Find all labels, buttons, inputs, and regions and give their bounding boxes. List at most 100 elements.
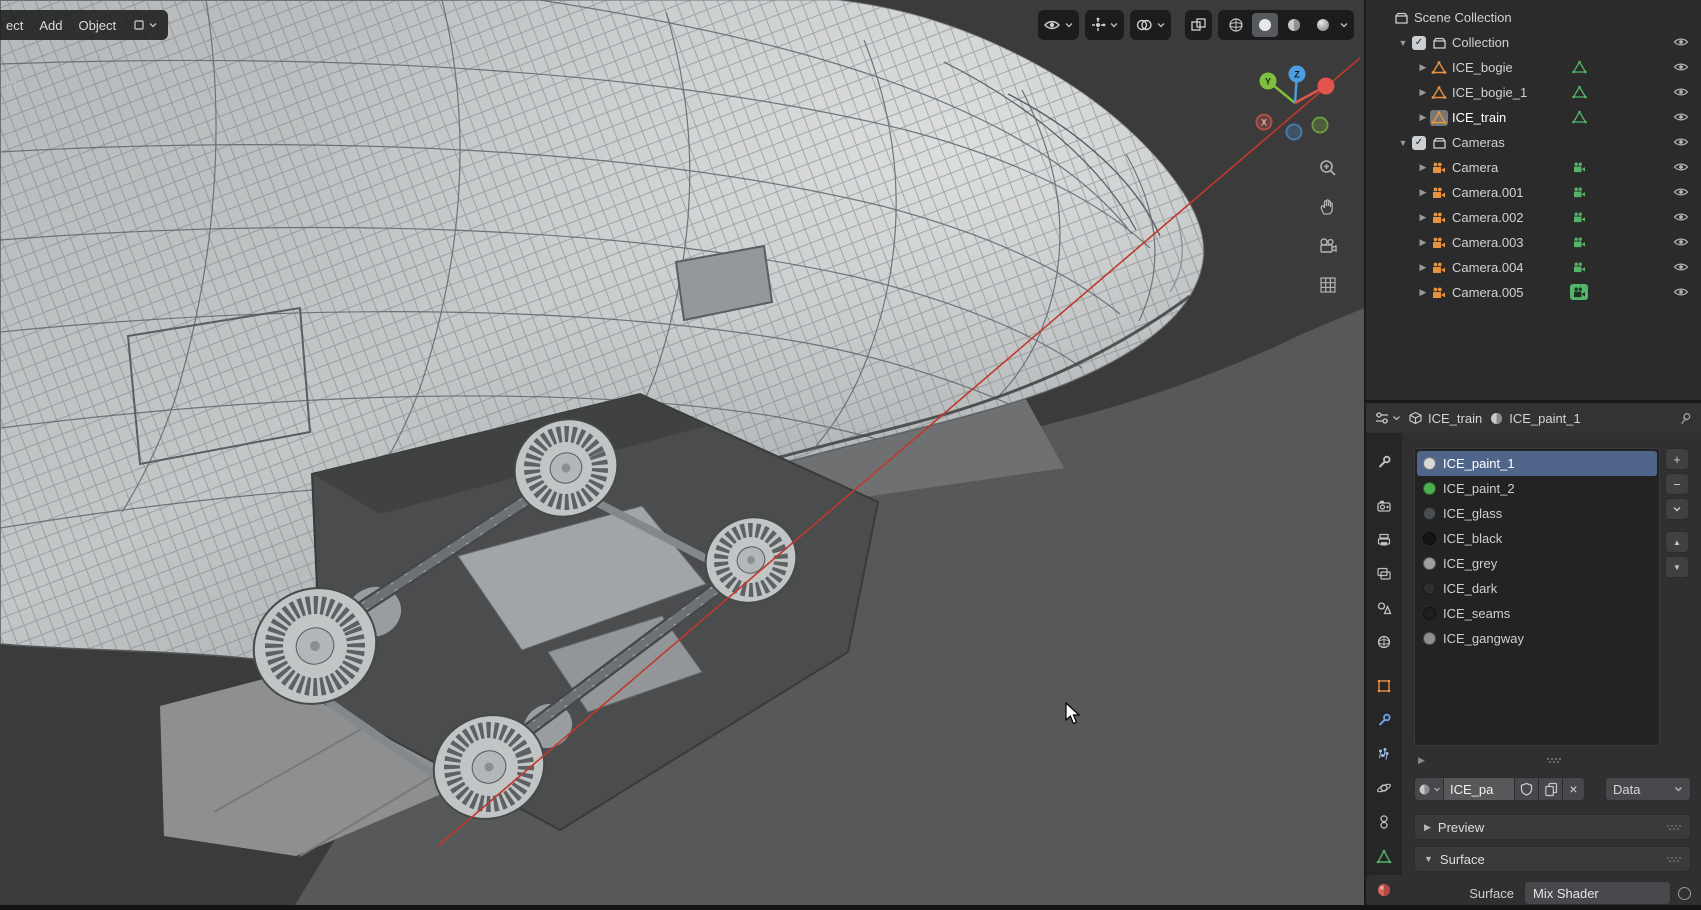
menu-object[interactable]: Object	[78, 18, 116, 33]
outliner-row-cameras[interactable]: ▼ ✓ Cameras	[1366, 130, 1701, 155]
shading-material-button[interactable]	[1281, 13, 1307, 37]
material-slot[interactable]: ICE_seams	[1417, 601, 1657, 626]
menu-select[interactable]: ect	[6, 18, 23, 33]
3d-viewport[interactable]: ect Add Object in Y Z X	[0, 0, 1364, 910]
surface-shader-dropdown[interactable]: Mix Shader	[1524, 881, 1671, 905]
eye-toggle[interactable]	[1673, 61, 1689, 73]
zoom-button[interactable]	[1314, 154, 1342, 182]
tab-particles[interactable]	[1366, 739, 1402, 769]
material-name-field[interactable]: ICE_pa	[1444, 777, 1515, 801]
tab-object-data[interactable]	[1366, 841, 1402, 871]
disclosure-closed-icon[interactable]: ▶	[1416, 212, 1430, 223]
pan-button[interactable]	[1314, 193, 1342, 221]
tab-render[interactable]	[1366, 491, 1402, 521]
eye-toggle[interactable]	[1673, 286, 1689, 298]
tab-object[interactable]	[1366, 671, 1402, 701]
eye-toggle[interactable]	[1673, 211, 1689, 223]
outliner-row-camera-005[interactable]: ▶ Camera.005	[1366, 280, 1701, 305]
breadcrumb-material[interactable]: ICE_paint_1	[1489, 411, 1581, 426]
material-slot[interactable]: ICE_gangway	[1417, 626, 1657, 651]
new-material-button[interactable]	[1539, 777, 1563, 801]
tab-view-layer[interactable]	[1366, 559, 1402, 589]
outliner-row-camera-002[interactable]: ▶ Camera.002	[1366, 205, 1701, 230]
outliner-row-camera-001[interactable]: ▶ Camera.001	[1366, 180, 1701, 205]
pin-id-button[interactable]	[1678, 411, 1693, 426]
add-slot-button[interactable]: +	[1665, 448, 1689, 470]
tab-output[interactable]	[1366, 525, 1402, 555]
menu-add[interactable]: Add	[39, 18, 62, 33]
object-visibility-dropdown[interactable]	[1038, 10, 1079, 40]
toggle-grid-button[interactable]	[1314, 271, 1342, 299]
collection-checkbox[interactable]: ✓	[1412, 35, 1426, 50]
disclosure-closed-icon[interactable]: ▶	[1416, 262, 1430, 273]
material-slot[interactable]: ICE_paint_1	[1417, 451, 1657, 476]
tab-world[interactable]	[1366, 627, 1402, 657]
shading-rendered-button[interactable]	[1310, 13, 1336, 37]
disclosure-closed-icon[interactable]: ▶	[1416, 162, 1430, 173]
unlink-material-button[interactable]: ×	[1563, 777, 1585, 801]
eye-toggle[interactable]	[1673, 86, 1689, 98]
outliner-row-camera[interactable]: ▶ Camera	[1366, 155, 1701, 180]
axis-y-neg-ball[interactable]	[1311, 116, 1329, 134]
disclosure-closed-icon[interactable]: ▶	[1416, 187, 1430, 198]
slot-specials-button[interactable]	[1665, 498, 1689, 520]
tab-scene[interactable]	[1366, 593, 1402, 623]
mode-dropdown-button[interactable]	[132, 18, 158, 32]
editor-type-button[interactable]	[1374, 410, 1401, 426]
remove-slot-button[interactable]: −	[1665, 473, 1689, 495]
browse-material-button[interactable]	[1414, 777, 1444, 801]
disclosure-closed-icon[interactable]: ▶	[1416, 287, 1430, 298]
eye-toggle[interactable]	[1673, 136, 1689, 148]
list-expand-icon[interactable]: ▶	[1418, 755, 1425, 766]
show-overlays-dropdown[interactable]	[1130, 10, 1171, 40]
outliner-row-ice-train[interactable]: ▶ ICE_train	[1366, 105, 1701, 130]
move-slot-up-button[interactable]: ▲	[1665, 531, 1689, 553]
tab-physics[interactable]	[1366, 773, 1402, 803]
outliner-row-ice-bogie-1[interactable]: ▶ ICE_bogie_1	[1366, 80, 1701, 105]
tab-material[interactable]	[1366, 875, 1402, 905]
fake-user-button[interactable]	[1515, 777, 1539, 801]
axis-x-ball[interactable]	[1317, 77, 1335, 95]
disclosure-closed-icon[interactable]: ▶	[1416, 62, 1430, 73]
outliner-row-collection[interactable]: ▼ ✓ Collection	[1366, 30, 1701, 55]
animate-decorator-icon[interactable]	[1678, 886, 1691, 900]
eye-toggle[interactable]	[1673, 186, 1689, 198]
breadcrumb-object[interactable]: ICE_train	[1408, 411, 1482, 426]
link-mode-dropdown[interactable]: Data	[1605, 777, 1691, 801]
disclosure-closed-icon[interactable]: ▶	[1416, 112, 1430, 123]
outliner-row-camera-004[interactable]: ▶ Camera.004	[1366, 255, 1701, 280]
eye-toggle[interactable]	[1673, 36, 1689, 48]
xray-toggle[interactable]	[1185, 10, 1212, 40]
shading-wireframe-button[interactable]	[1223, 13, 1249, 37]
eye-toggle[interactable]	[1673, 161, 1689, 173]
shading-solid-button[interactable]	[1252, 13, 1278, 37]
material-slot[interactable]: ICE_grey	[1417, 551, 1657, 576]
move-slot-down-button[interactable]: ▼	[1665, 556, 1689, 578]
disclosure-open-icon[interactable]: ▼	[1396, 38, 1410, 48]
disclosure-closed-icon[interactable]: ▶	[1416, 87, 1430, 98]
eye-toggle[interactable]	[1673, 111, 1689, 123]
tab-tool[interactable]	[1366, 447, 1402, 477]
panel-drag-grip[interactable]	[1666, 824, 1682, 831]
material-slot[interactable]: ICE_dark	[1417, 576, 1657, 601]
material-slots-list[interactable]: ICE_paint_1 ICE_paint_2 ICE_glass ICE_bl…	[1414, 448, 1660, 746]
show-gizmos-dropdown[interactable]	[1085, 10, 1124, 40]
viewport-3d-scene[interactable]	[0, 0, 1364, 910]
outliner-row-scene-collection[interactable]: Scene Collection	[1366, 5, 1701, 30]
material-slot[interactable]: ICE_paint_2	[1417, 476, 1657, 501]
tab-constraints[interactable]	[1366, 807, 1402, 837]
preview-panel-header[interactable]: ▶ Preview	[1414, 814, 1691, 840]
surface-panel-header[interactable]: ▼ Surface	[1414, 846, 1691, 872]
eye-toggle[interactable]	[1673, 261, 1689, 273]
eye-toggle[interactable]	[1673, 236, 1689, 248]
tab-modifiers[interactable]	[1366, 705, 1402, 735]
outliner-row-ice-bogie[interactable]: ▶ ICE_bogie	[1366, 55, 1701, 80]
outliner-row-camera-003[interactable]: ▶ Camera.003	[1366, 230, 1701, 255]
disclosure-closed-icon[interactable]: ▶	[1416, 237, 1430, 248]
list-resize-grip[interactable]	[1546, 757, 1562, 764]
material-slot[interactable]: ICE_glass	[1417, 501, 1657, 526]
panel-drag-grip[interactable]	[1666, 856, 1682, 863]
material-slot[interactable]: ICE_black	[1417, 526, 1657, 551]
camera-view-button[interactable]	[1314, 232, 1342, 260]
outliner-editor[interactable]: Scene Collection ▼ ✓ Collection ▶ ICE_bo…	[1366, 0, 1701, 400]
